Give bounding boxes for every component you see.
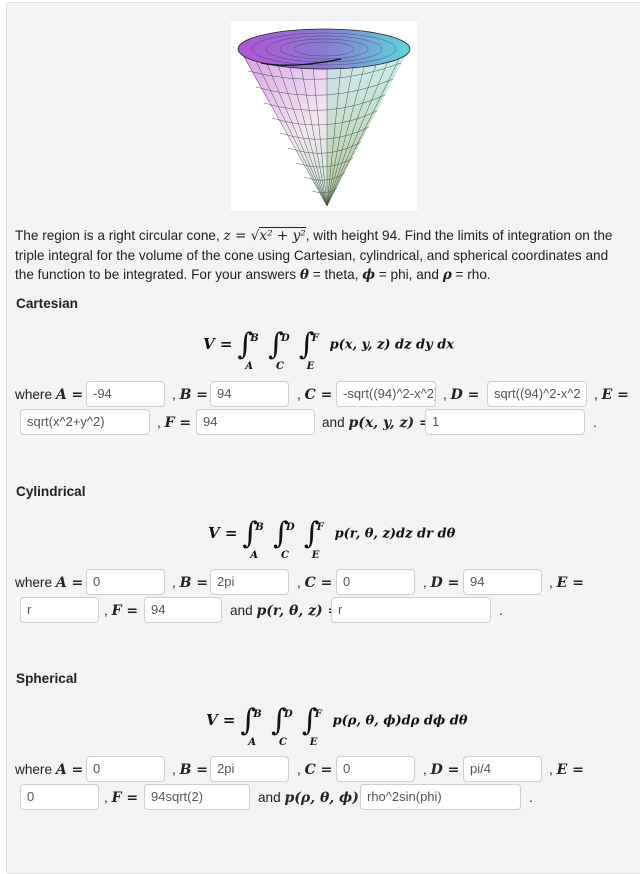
- cartesian-c-input[interactable]: -sqrt((94)^2-x^2): [336, 381, 436, 407]
- cylindrical-e-input[interactable]: r: [20, 597, 99, 623]
- cartesian-limits-row-1: where A = -94 , B = 94 , C = -sqrt((94)^…: [15, 381, 640, 409]
- cylindrical-f-input[interactable]: 94: [144, 597, 222, 623]
- cartesian-b-input[interactable]: 94: [210, 381, 289, 407]
- cone-equation: z = √x² + y²: [223, 227, 306, 244]
- cartesian-limits-row-2: sqrt(x^2+y^2) , F = 94 and p(x, y, z) = …: [15, 409, 640, 437]
- section-heading-spherical: Spherical: [16, 671, 78, 686]
- spherical-limits-row-2: 0 , F = 94sqrt(2) and p(ρ, θ, ϕ) = rho^2…: [15, 784, 640, 812]
- cylindrical-d-input[interactable]: 94: [463, 569, 542, 595]
- spherical-a-input[interactable]: 0: [86, 756, 165, 782]
- cartesian-integral-formula: V = ∫ B A ∫ D C ∫ F E p(x, y, z) dz dy dx: [203, 327, 455, 373]
- cone-wireframe-image: [237, 28, 411, 207]
- cylindrical-b-input[interactable]: 2pi: [210, 569, 289, 595]
- spherical-b-input[interactable]: 2pi: [210, 756, 289, 782]
- cartesian-e-input[interactable]: sqrt(x^2+y^2): [20, 409, 150, 435]
- question-prompt: The region is a right circular cone, z =…: [15, 227, 613, 283]
- cartesian-integrand-input[interactable]: 1: [425, 409, 585, 435]
- spherical-d-input[interactable]: pi/4: [463, 756, 542, 782]
- cartesian-f-input[interactable]: 94: [196, 409, 315, 435]
- cylindrical-integral-formula: V = ∫ B A ∫ D C ∫ F E p(r, θ, z)dz dr dθ: [208, 516, 456, 562]
- cylindrical-limits-row-1: where A = 0 , B = 2pi , C = 0 , D = 94 ,…: [15, 569, 640, 597]
- spherical-integral-formula: V = ∫ B A ∫ D C ∫ F E p(ρ, θ, ϕ)dρ dϕ dθ: [206, 703, 468, 749]
- spherical-e-input[interactable]: 0: [20, 784, 99, 810]
- cylindrical-c-input[interactable]: 0: [336, 569, 415, 595]
- cone-figure: [231, 21, 417, 211]
- spherical-limits-row-1: where A = 0 , B = 2pi , C = 0 , D = pi/4…: [15, 756, 640, 784]
- cartesian-a-input[interactable]: -94: [86, 381, 165, 407]
- cartesian-d-input[interactable]: sqrt((94)^2-x^2: [487, 381, 587, 407]
- cylindrical-integrand-input[interactable]: r: [331, 597, 491, 623]
- section-heading-cylindrical: Cylindrical: [16, 484, 86, 499]
- cylindrical-limits-row-2: r , F = 94 and p(r, θ, z) = r .: [15, 597, 640, 625]
- spherical-integrand-input[interactable]: rho^2sin(phi): [360, 784, 521, 810]
- spherical-f-input[interactable]: 94sqrt(2): [144, 784, 250, 810]
- section-heading-cartesian: Cartesian: [16, 296, 78, 311]
- cylindrical-a-input[interactable]: 0: [86, 569, 165, 595]
- spherical-c-input[interactable]: 0: [336, 756, 415, 782]
